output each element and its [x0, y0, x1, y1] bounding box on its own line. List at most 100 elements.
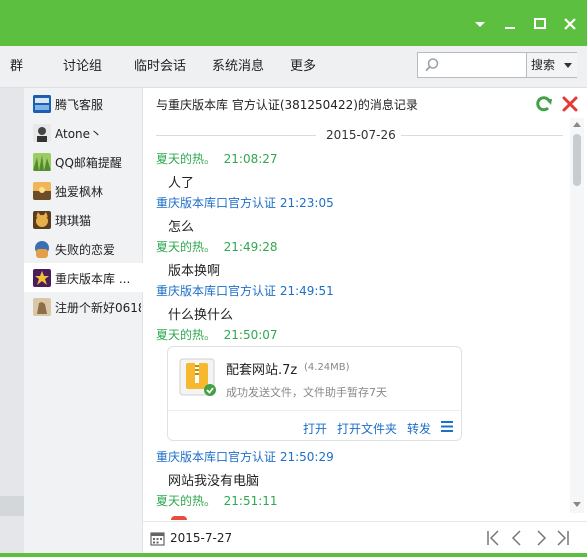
green-avatar [33, 153, 51, 171]
contact-name: QQ邮箱提醒 [55, 156, 122, 170]
cartoon-avatar [33, 240, 51, 258]
message-time: 21:49:28 [223, 240, 278, 254]
card-divider [168, 410, 461, 411]
search-input[interactable] [444, 55, 524, 75]
file-size: (4.24MB) [304, 362, 350, 373]
first-page-icon[interactable] [485, 529, 501, 547]
contact-item[interactable]: 失败的恋爱 [24, 234, 143, 263]
group-avatar [33, 269, 51, 287]
contact-name: 失败的恋爱 [55, 243, 116, 257]
refresh-icon[interactable] [534, 94, 554, 114]
message-history-panel: 与重庆版本库 官方认证(381250422)的消息记录 2015-07-26 夏… [143, 88, 587, 557]
previous-page-icon[interactable] [509, 529, 525, 547]
search-box: 搜索 [417, 52, 577, 78]
partial-image [171, 516, 187, 520]
maximize-icon [534, 18, 546, 29]
message-time: 21:51:11 [223, 494, 278, 508]
window-bottom-border [0, 553, 587, 557]
sunset-avatar [33, 182, 51, 200]
separator-line [401, 135, 563, 136]
menu-icon[interactable] [441, 421, 453, 432]
contact-item[interactable]: 注册个新好0618 [24, 292, 143, 321]
file-name: 配套网站.7z [226, 363, 298, 378]
scroll-down-icon[interactable] [573, 502, 581, 507]
sender-name: 重庆版本库口官方认证 [156, 284, 277, 298]
search-icon [425, 58, 439, 72]
history-title: 与重庆版本库 官方认证(381250422)的消息记录 [156, 98, 418, 112]
scroll-up-icon[interactable] [573, 122, 581, 127]
sender-name: 重庆版本库口官方认证 [156, 450, 277, 464]
minimize-button[interactable] [470, 14, 490, 34]
hand-avatar [33, 298, 51, 316]
open-file-link[interactable]: 打开 [303, 420, 327, 437]
message-time: 21:23:05 [279, 196, 334, 210]
date-separator-label: 2015-07-26 [326, 128, 396, 142]
maximize-button[interactable] [530, 14, 550, 34]
contact-item[interactable]: QQ邮箱提醒 [24, 147, 143, 176]
tab-more[interactable]: 更多 [290, 46, 316, 88]
left-gutter [0, 88, 24, 557]
file-transfer-card: 配套网站.7z (4.24MB) 成功发送文件，文件助手暂存7天 打开 打开文件… [167, 346, 462, 441]
current-date: 2015-7-27 [170, 531, 233, 545]
contact-name: 注册个新好0618 [55, 301, 141, 315]
tab-discussion[interactable]: 讨论组 [63, 46, 102, 88]
minimize-icon [505, 27, 515, 29]
vertical-scrollbar[interactable] [570, 118, 584, 513]
message-text: 怎么 [168, 220, 195, 235]
cat-avatar [33, 211, 51, 229]
calendar-icon[interactable] [150, 531, 165, 546]
message-meta: 夏天的热。 21:50:07 [156, 326, 278, 343]
sender-name: 夏天的热。 [156, 494, 217, 508]
contact-item-active[interactable]: 重庆版本库 ... [24, 263, 143, 292]
portrait-avatar [33, 124, 51, 142]
tab-group[interactable]: 群 [10, 46, 23, 88]
message-meta: 重庆版本库口官方认证 21:50:29 [156, 448, 334, 465]
sender-name: 夏天的热。 [156, 240, 217, 254]
contact-name: 独爱枫林 [55, 185, 104, 199]
sender-name: 夏天的热。 [156, 152, 217, 166]
dropdown-arrow-icon [564, 63, 572, 68]
message-text: 版本换啊 [168, 264, 221, 279]
message-meta: 重庆版本库口官方认证 21:23:05 [156, 194, 334, 211]
minimize-line-button[interactable] [500, 14, 520, 34]
contact-item[interactable]: 琪琪猫 [24, 205, 143, 234]
message-meta: 重庆版本库口官方认证 21:49:51 [156, 282, 334, 299]
forward-link[interactable]: 转发 [407, 420, 431, 437]
message-time: 21:49:51 [279, 284, 334, 298]
contact-item[interactable]: 腾飞客服 [24, 89, 143, 118]
message-text: 什么换什么 [168, 308, 234, 323]
tab-temp-session[interactable]: 临时会话 [134, 46, 186, 88]
open-folder-link[interactable]: 打开文件夹 [337, 420, 397, 437]
contact-name: 重庆版本库 ... [55, 272, 131, 286]
search-dropdown-button[interactable]: 搜索 [526, 53, 577, 77]
tab-system-messages[interactable]: 系统消息 [212, 46, 264, 88]
title-bar [0, 0, 587, 46]
message-text: 网站我没有电脑 [168, 474, 260, 489]
separator-line [156, 135, 316, 136]
next-page-icon[interactable] [533, 529, 549, 547]
scroll-thumb[interactable] [573, 134, 581, 186]
search-button-label: 搜索 [531, 58, 556, 72]
last-page-icon[interactable] [555, 529, 571, 547]
delete-icon[interactable] [561, 95, 579, 113]
contact-item[interactable]: 独爱枫林 [24, 176, 143, 205]
message-time: 21:08:27 [223, 152, 278, 166]
contact-name: 腾飞客服 [55, 98, 104, 112]
date-separator: 2015-07-26 [156, 128, 563, 142]
message-meta: 夏天的热。 21:51:11 [156, 492, 278, 509]
contact-item[interactable]: Atone丶 [24, 118, 143, 147]
history-navigation-bar: 2015-7-27 [143, 521, 587, 557]
message-meta: 夏天的热。 21:49:28 [156, 238, 278, 255]
contact-list: 腾飞客服 Atone丶 QQ邮箱提醒 独爱枫林 琪琪猫 失败的恋爱 重庆版本库 … [24, 88, 143, 557]
archive-file-icon [179, 358, 216, 396]
contact-name: 琪琪猫 [55, 214, 92, 228]
message-time: 21:50:07 [223, 328, 278, 342]
sender-name: 重庆版本库口官方认证 [156, 196, 277, 210]
close-icon [564, 18, 576, 30]
close-button[interactable] [560, 14, 580, 34]
file-status: 成功发送文件，文件助手暂存7天 [226, 386, 387, 399]
contact-name: Atone丶 [55, 127, 103, 141]
message-time: 21:50:29 [279, 450, 334, 464]
message-meta: 夏天的热。 21:08:27 [156, 150, 278, 167]
sender-name: 夏天的热。 [156, 328, 217, 342]
